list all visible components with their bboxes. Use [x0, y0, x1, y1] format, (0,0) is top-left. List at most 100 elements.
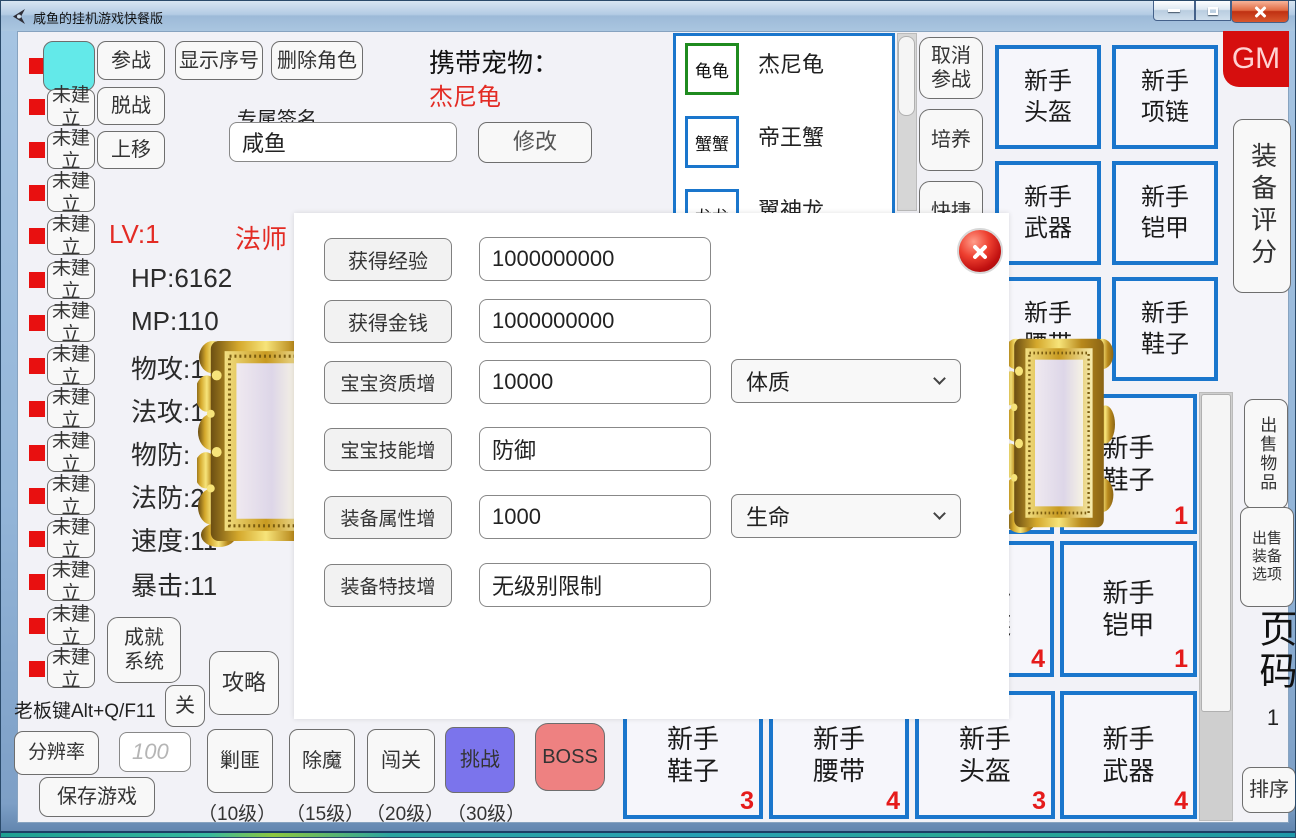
equipment-slot[interactable]: 新手 项链 — [1112, 45, 1218, 149]
roster-slot-button[interactable]: 未建立 — [47, 348, 95, 385]
sell-equip-options-button[interactable]: 出售装备选项 — [1240, 507, 1294, 607]
inventory-item[interactable]: 新手 武器4 — [1060, 691, 1197, 819]
item-count-badge: 4 — [1031, 647, 1045, 672]
equipment-slot[interactable]: 新手 铠甲 — [1112, 161, 1218, 265]
pet-list-scrollbar[interactable] — [897, 33, 917, 211]
game-window: 咸鱼的挂机游戏快餐版 未建立未建立未建立未建立未建立未建立未建立未建立未建立未建… — [0, 0, 1296, 838]
maximize-icon — [1208, 7, 1218, 15]
show-order-button[interactable]: 显示序号 — [175, 41, 263, 80]
item-count-badge: 4 — [886, 789, 900, 814]
achievement-button[interactable]: 成就系统 — [107, 617, 181, 683]
roster-slot-button[interactable]: 未建立 — [47, 521, 95, 558]
stat-row: 法攻:1 — [131, 392, 205, 429]
resolution-input[interactable] — [119, 732, 191, 772]
window-title: 咸鱼的挂机游戏快餐版 — [33, 8, 163, 27]
combat-button[interactable]: 剿匪 — [207, 729, 273, 793]
sell-items-button[interactable]: 出售物品 — [1244, 399, 1288, 509]
gm-field-input[interactable] — [479, 360, 711, 404]
combat-button[interactable]: 除魔 — [289, 729, 355, 793]
move-up-button[interactable]: 上移 — [97, 131, 165, 169]
pet-slot[interactable]: 龟龟 — [685, 43, 739, 95]
page-number-value: 1 — [1253, 705, 1293, 731]
combat-level-label: （30级） — [447, 799, 525, 826]
status-square — [29, 488, 45, 504]
equipment-slot[interactable]: 新手 武器 — [995, 161, 1101, 265]
dialog-close-button[interactable] — [957, 228, 1003, 274]
join-battle-button[interactable]: 参战 — [97, 41, 165, 80]
sort-button[interactable]: 排序 — [1242, 767, 1296, 813]
pet-scrollbar-thumb[interactable] — [898, 36, 915, 116]
roster-slot-button[interactable]: 未建立 — [47, 305, 95, 342]
gm-button[interactable]: GM — [1223, 31, 1289, 87]
equipment-slot[interactable]: 新手 鞋子 — [1112, 277, 1218, 381]
save-game-button[interactable]: 保存游戏 — [39, 777, 155, 817]
gm-field-input[interactable] — [479, 495, 711, 539]
status-square — [29, 661, 45, 677]
item-count-badge: 1 — [1174, 647, 1188, 672]
gm-field-input[interactable] — [479, 237, 711, 281]
roster-slot-button[interactable]: 未建立 — [47, 391, 95, 428]
minimize-button[interactable] — [1153, 1, 1195, 21]
boss-key-toggle-button[interactable]: 关 — [165, 685, 205, 727]
roster-slot-selected[interactable] — [43, 41, 95, 91]
roster-slot-button[interactable]: 未建立 — [47, 435, 95, 472]
combat-button[interactable]: 闯关 — [367, 729, 435, 793]
close-window-button[interactable] — [1231, 1, 1289, 23]
status-square — [29, 142, 45, 158]
pet-action-button[interactable]: 取消参战 — [919, 37, 983, 99]
status-square — [29, 228, 45, 244]
roster-slot-button[interactable]: 未建立 — [47, 218, 95, 255]
inventory-item[interactable]: 新手 铠甲1 — [1060, 541, 1197, 677]
gm-field-label-button[interactable]: 宝宝资质增 — [324, 361, 452, 404]
level-text: LV:1 — [109, 219, 160, 250]
guide-button[interactable]: 攻略 — [209, 651, 279, 715]
equipment-slot[interactable]: 新手 头盔 — [995, 45, 1101, 149]
roster-slot-button[interactable]: 未建立 — [47, 564, 95, 601]
gold-frame-decoration — [1003, 333, 1115, 533]
combat-level-label: （20级） — [366, 799, 444, 826]
gm-field-label-button[interactable]: 获得金钱 — [324, 300, 452, 343]
page-number-label: 页码 — [1247, 609, 1296, 709]
gm-field-label-button[interactable]: 宝宝技能增 — [324, 428, 452, 471]
roster-slot-button[interactable]: 未建立 — [47, 89, 95, 126]
maximize-button[interactable] — [1195, 1, 1231, 21]
status-square — [29, 272, 45, 288]
modify-signature-button[interactable]: 修改 — [478, 122, 592, 163]
gm-field-input[interactable] — [479, 563, 711, 607]
combat-button[interactable]: BOSS — [535, 723, 605, 791]
taskbar-strip — [1, 831, 1296, 838]
roster-slot-button[interactable]: 未建立 — [47, 478, 95, 515]
equip-score-button[interactable]: 装备评分 — [1233, 119, 1291, 293]
roster-slot-button[interactable]: 未建立 — [47, 651, 95, 688]
roster-slot-button[interactable]: 未建立 — [47, 262, 95, 299]
gm-field-input[interactable] — [479, 427, 711, 471]
close-icon — [1253, 5, 1267, 19]
pet-action-button[interactable]: 培养 — [919, 109, 983, 171]
combat-button[interactable]: 挑战 — [445, 727, 515, 793]
item-count-badge: 3 — [740, 789, 754, 814]
signature-input[interactable] — [229, 122, 457, 162]
item-count-badge: 1 — [1174, 504, 1188, 529]
inventory-scrollbar-thumb[interactable] — [1201, 394, 1231, 712]
gm-field-label-button[interactable]: 获得经验 — [324, 238, 452, 281]
gm-field-label-button[interactable]: 装备特技增 — [324, 564, 452, 607]
status-square — [29, 185, 45, 201]
stat-row: 物攻:1 — [131, 349, 205, 386]
roster-slot-button[interactable]: 未建立 — [47, 608, 95, 645]
gm-field-select[interactable]: 生命 — [731, 494, 961, 538]
roster-slot-button[interactable]: 未建立 — [47, 132, 95, 169]
stat-row: MP:110 — [131, 306, 219, 337]
gm-field-input[interactable] — [479, 299, 711, 343]
resolution-button[interactable]: 分辨率 — [14, 731, 99, 775]
delete-role-button[interactable]: 删除角色 — [271, 41, 363, 80]
unity-app-icon — [10, 8, 27, 25]
inventory-scrollbar[interactable] — [1199, 392, 1233, 821]
gm-field-label-button[interactable]: 装备属性增 — [324, 496, 452, 539]
gm-field-select[interactable]: 体质 — [731, 359, 961, 403]
status-square — [29, 574, 45, 590]
item-count-badge: 4 — [1174, 789, 1188, 814]
retreat-button[interactable]: 脱战 — [97, 87, 165, 125]
titlebar: 咸鱼的挂机游戏快餐版 — [1, 1, 1296, 31]
roster-slot-button[interactable]: 未建立 — [47, 175, 95, 212]
pet-slot[interactable]: 蟹蟹 — [685, 116, 739, 168]
